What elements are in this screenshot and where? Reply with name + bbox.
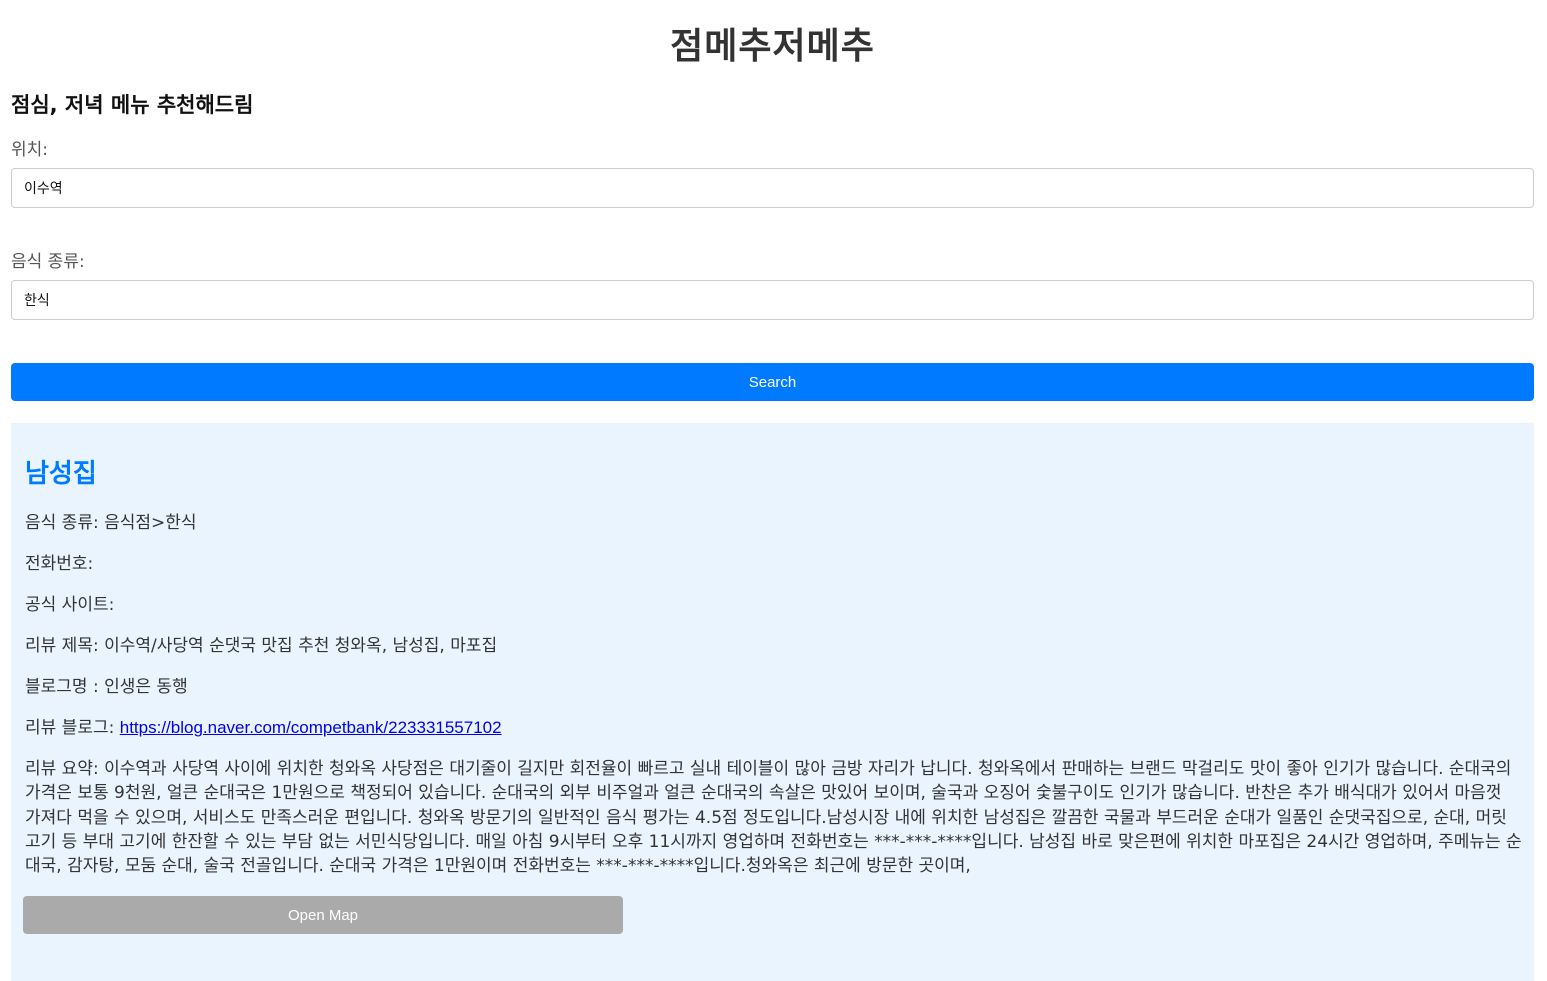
open-map-button[interactable]: Open Map xyxy=(23,896,623,935)
review-summary-label: 리뷰 요약: xyxy=(25,759,99,779)
review-title-label: 리뷰 제목: xyxy=(25,636,99,656)
category-row: 음식 종류: 음식점>한식 xyxy=(25,511,1522,535)
review-title-value: 이수역/사당역 순댓국 맛집 추천 청와옥, 남성집, 마포집 xyxy=(104,636,498,656)
location-label: 위치: xyxy=(11,140,49,160)
review-blog-label: 리뷰 블로그: xyxy=(25,718,115,738)
review-summary: 리뷰 요약: 이수역과 사당역 사이에 위치한 청와옥 사당점은 대기줄이 길지… xyxy=(25,757,1522,878)
blog-name-row: 블로그명 : 인생은 동행 xyxy=(25,675,1522,699)
page: 점메추저메추 점심, 저녁 메뉴 추천해드림 위치: 음식 종류: Search… xyxy=(0,0,1547,981)
result-card: 남성집 음식 종류: 음식점>한식 전화번호: 공식 사이트: 리뷰 제목: 이… xyxy=(11,423,1534,981)
review-summary-text: 이수역과 사당역 사이에 위치한 청와옥 사당점은 대기줄이 길지만 회전율이 … xyxy=(25,759,1522,877)
website-label: 공식 사이트: xyxy=(25,595,115,615)
restaurant-name: 남성집 xyxy=(25,459,97,489)
app-title: 점메추저메추 xyxy=(670,26,875,67)
review-blog-row: 리뷰 블로그: https://blog.naver.com/competban… xyxy=(25,716,1522,740)
category-label: 음식 종류: xyxy=(25,513,99,533)
location-input[interactable] xyxy=(11,168,1534,208)
review-blog-link[interactable]: https://blog.naver.com/competbank/223331… xyxy=(120,718,502,737)
website-row: 공식 사이트: xyxy=(25,593,1522,617)
review-title-row: 리뷰 제목: 이수역/사당역 순댓국 맛집 추천 청와옥, 남성집, 마포집 xyxy=(25,634,1522,658)
food-type-input[interactable] xyxy=(11,280,1534,320)
phone-label: 전화번호: xyxy=(25,554,94,574)
blog-name-label: 블로그명 : xyxy=(25,677,99,697)
category-value: 음식점>한식 xyxy=(104,513,197,533)
phone-row: 전화번호: xyxy=(25,552,1522,576)
search-button[interactable]: Search xyxy=(11,363,1534,401)
food-type-label: 음식 종류: xyxy=(11,252,85,272)
blog-name-value: 인생은 동행 xyxy=(104,677,188,697)
page-subtitle: 점심, 저녁 메뉴 추천해드림 xyxy=(11,93,254,117)
